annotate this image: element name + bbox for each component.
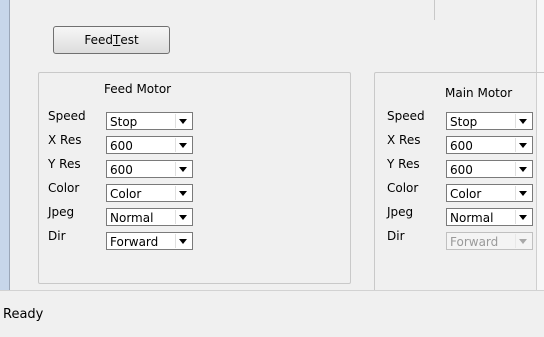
main-color-select[interactable]: Color bbox=[446, 184, 533, 202]
main-jpeg-value: Normal bbox=[450, 211, 494, 225]
feed-jpeg-select[interactable]: Normal bbox=[106, 208, 193, 226]
feed-xres-value: 600 bbox=[110, 139, 133, 153]
feed-yres-select[interactable]: 600 bbox=[106, 160, 193, 178]
chevron-down-icon[interactable] bbox=[175, 186, 191, 200]
feed-color-value: Color bbox=[110, 187, 142, 201]
main-yres-label: Y Res bbox=[387, 157, 420, 171]
feed-test-button[interactable]: Feed Test bbox=[53, 26, 170, 54]
chevron-down-icon[interactable] bbox=[515, 162, 531, 176]
main-yres-value: 600 bbox=[450, 163, 473, 177]
feed-motor-title: Feed Motor bbox=[104, 82, 172, 96]
feed-color-label: Color bbox=[48, 181, 80, 195]
feed-speed-label: Speed bbox=[48, 109, 86, 123]
main-speed-select[interactable]: Stop bbox=[446, 112, 533, 130]
feed-xres-label: X Res bbox=[48, 133, 82, 147]
feed-dir-value: Forward bbox=[110, 235, 159, 249]
main-speed-label: Speed bbox=[387, 109, 425, 123]
main-speed-value: Stop bbox=[450, 115, 478, 129]
chevron-down-icon[interactable] bbox=[175, 138, 191, 152]
top-divider bbox=[434, 0, 435, 20]
main-color-label: Color bbox=[387, 181, 419, 195]
status-text: Ready bbox=[3, 307, 44, 322]
main-dir-select: Forward bbox=[446, 232, 533, 250]
main-color-value: Color bbox=[450, 187, 482, 201]
main-xres-select[interactable]: 600 bbox=[446, 136, 533, 154]
main-xres-value: 600 bbox=[450, 139, 473, 153]
chevron-down-icon[interactable] bbox=[175, 162, 191, 176]
chevron-down-icon[interactable] bbox=[175, 114, 191, 128]
chevron-down-icon[interactable] bbox=[515, 114, 531, 128]
window-frame-edge bbox=[9, 0, 10, 290]
main-dir-value: Forward bbox=[450, 235, 499, 249]
main-xres-label: X Res bbox=[387, 133, 421, 147]
feed-xres-select[interactable]: 600 bbox=[106, 136, 193, 154]
main-jpeg-select[interactable]: Normal bbox=[446, 208, 533, 226]
chevron-down-icon bbox=[515, 234, 531, 248]
feed-color-select[interactable]: Color bbox=[106, 184, 193, 202]
main-motor-group: Main Motor Speed Stop X Res 600 Y Res 60… bbox=[374, 72, 544, 298]
status-bar: Ready bbox=[0, 290, 544, 337]
feed-jpeg-label: Jpeg bbox=[48, 205, 75, 219]
feed-dir-label: Dir bbox=[48, 229, 66, 243]
feed-test-label-pre: Feed bbox=[84, 33, 113, 47]
feed-yres-label: Y Res bbox=[48, 157, 81, 171]
chevron-down-icon[interactable] bbox=[515, 186, 531, 200]
chevron-down-icon[interactable] bbox=[175, 234, 191, 248]
feed-speed-select[interactable]: Stop bbox=[106, 112, 193, 130]
feed-jpeg-value: Normal bbox=[110, 211, 154, 225]
feed-test-label-post: est bbox=[120, 33, 139, 47]
main-jpeg-label: Jpeg bbox=[387, 205, 414, 219]
feed-speed-value: Stop bbox=[110, 115, 138, 129]
main-motor-title: Main Motor bbox=[445, 86, 513, 100]
feed-yres-value: 600 bbox=[110, 163, 133, 177]
chevron-down-icon[interactable] bbox=[175, 210, 191, 224]
chevron-down-icon[interactable] bbox=[515, 138, 531, 152]
feed-test-label-mnemonic: T bbox=[112, 33, 121, 47]
feed-motor-group: Feed Motor Speed Stop X Res 600 Y Res 60… bbox=[38, 72, 351, 284]
main-yres-select[interactable]: 600 bbox=[446, 160, 533, 178]
window-left-frame bbox=[0, 0, 9, 336]
feed-dir-select[interactable]: Forward bbox=[106, 232, 193, 250]
main-dir-label: Dir bbox=[387, 229, 405, 243]
chevron-down-icon[interactable] bbox=[515, 210, 531, 224]
